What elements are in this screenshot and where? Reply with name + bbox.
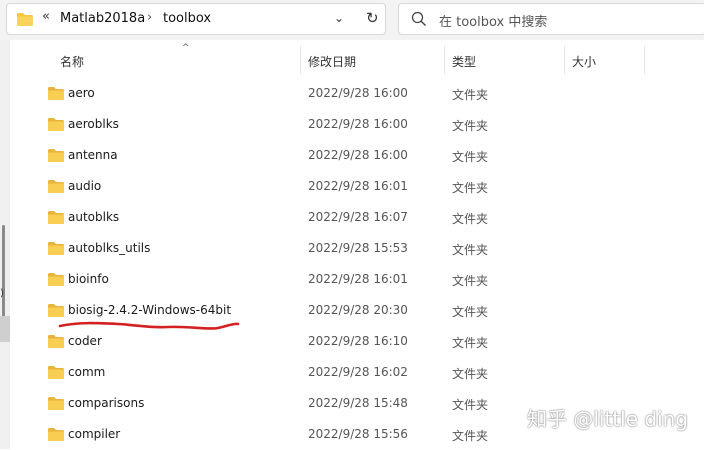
nav-selected-item[interactable]: [0, 316, 10, 342]
nav-item-partial-text: ): [0, 288, 4, 299]
folder-icon: [47, 210, 65, 229]
navigation-pane: ): [0, 40, 10, 449]
file-type: 文件夹: [452, 336, 489, 350]
folder-icon: [47, 117, 65, 136]
toolbar: « Matlab2018a › toolbox ⌄ ↻ 在 toolbox 中搜…: [0, 0, 704, 40]
file-type: 文件夹: [452, 243, 489, 257]
modified-date: 2022/9/28 15:53: [308, 241, 408, 255]
table-row[interactable]: bioinfo 2022/9/28 16:01 文件夹: [36, 264, 596, 295]
file-name[interactable]: biosig-2.4.2-Windows-64bit: [68, 303, 231, 317]
modified-date: 2022/9/28 16:01: [308, 179, 408, 193]
breadcrumb-overflow-icon[interactable]: «: [42, 9, 50, 24]
file-name[interactable]: comm: [68, 365, 105, 379]
table-row[interactable]: comm 2022/9/28 16:02 文件夹: [36, 357, 596, 388]
red-underline-annotation: [58, 321, 240, 330]
folder-icon: [16, 12, 34, 31]
file-type: 文件夹: [452, 274, 489, 288]
file-name[interactable]: autoblks_utils: [68, 241, 150, 255]
sort-ascending-icon: ^: [182, 43, 190, 53]
nav-scrollbar[interactable]: [2, 225, 5, 325]
file-name[interactable]: aero: [68, 86, 95, 100]
address-bar[interactable]: « Matlab2018a › toolbox ⌄ ↻: [6, 3, 386, 35]
modified-date: 2022/9/28 16:02: [308, 365, 408, 379]
file-name[interactable]: antenna: [68, 148, 118, 162]
column-divider[interactable]: [300, 46, 301, 74]
folder-icon: [47, 86, 65, 105]
table-row[interactable]: aeroblks 2022/9/28 16:00 文件夹: [36, 109, 596, 140]
folder-icon: [47, 334, 65, 353]
table-row[interactable]: antenna 2022/9/28 16:00 文件夹: [36, 140, 596, 171]
search-input[interactable]: 在 toolbox 中搜索: [439, 11, 547, 30]
modified-date: 2022/9/28 16:00: [308, 86, 408, 100]
table-row[interactable]: comparisons 2022/9/28 15:48 文件夹: [36, 388, 596, 419]
column-divider[interactable]: [644, 46, 645, 74]
folder-icon: [47, 148, 65, 167]
chevron-down-icon[interactable]: ⌄: [334, 11, 344, 25]
breadcrumb-matlab2018a[interactable]: Matlab2018a: [60, 11, 145, 26]
file-name[interactable]: comparisons: [68, 396, 144, 410]
file-name[interactable]: coder: [68, 334, 102, 348]
file-type: 文件夹: [452, 212, 489, 226]
file-name[interactable]: audio: [68, 179, 101, 193]
modified-date: 2022/9/28 15:56: [308, 427, 408, 441]
refresh-icon[interactable]: ↻: [366, 9, 379, 27]
file-type: 文件夹: [452, 367, 489, 381]
modified-date: 2022/9/28 16:10: [308, 334, 408, 348]
table-row[interactable]: audio 2022/9/28 16:01 文件夹: [36, 171, 596, 202]
file-type: 文件夹: [452, 305, 489, 319]
folder-icon: [47, 179, 65, 198]
search-box[interactable]: 在 toolbox 中搜索: [398, 3, 704, 35]
table-row[interactable]: autoblks 2022/9/28 16:07 文件夹: [36, 202, 596, 233]
breadcrumb-separator-icon[interactable]: ›: [147, 10, 152, 25]
table-row[interactable]: aero 2022/9/28 16:00 文件夹: [36, 78, 596, 109]
folder-icon: [47, 272, 65, 291]
table-row[interactable]: autoblks_utils 2022/9/28 15:53 文件夹: [36, 233, 596, 264]
file-type: 文件夹: [452, 181, 489, 195]
modified-date: 2022/9/28 20:30: [308, 303, 408, 317]
file-type: 文件夹: [452, 150, 489, 164]
file-type: 文件夹: [452, 119, 489, 133]
file-name[interactable]: compiler: [68, 427, 120, 441]
column-header: ^ 名称 修改日期 类型 大小: [10, 40, 704, 78]
modified-date: 2022/9/28 16:00: [308, 117, 408, 131]
breadcrumb-toolbox[interactable]: toolbox: [163, 11, 211, 26]
search-icon: [411, 11, 427, 31]
file-name[interactable]: bioinfo: [68, 272, 109, 286]
watermark: 知乎 @little ding: [527, 407, 688, 431]
column-type[interactable]: 类型: [452, 53, 476, 70]
modified-date: 2022/9/28 16:01: [308, 272, 408, 286]
folder-icon: [47, 427, 65, 446]
column-date[interactable]: 修改日期: [308, 53, 356, 70]
folder-icon: [47, 241, 65, 260]
file-type: 文件夹: [452, 429, 489, 443]
column-name[interactable]: 名称: [60, 53, 84, 70]
file-name[interactable]: aeroblks: [68, 117, 119, 131]
file-name[interactable]: autoblks: [68, 210, 119, 224]
folder-icon: [47, 365, 65, 384]
modified-date: 2022/9/28 16:00: [308, 148, 408, 162]
column-divider[interactable]: [444, 46, 445, 74]
table-row[interactable]: compiler 2022/9/28 15:56 文件夹: [36, 419, 596, 450]
column-divider[interactable]: [564, 46, 565, 74]
modified-date: 2022/9/28 16:07: [308, 210, 408, 224]
file-type: 文件夹: [452, 88, 489, 102]
column-size[interactable]: 大小: [572, 53, 596, 70]
folder-icon: [47, 396, 65, 415]
file-type: 文件夹: [452, 398, 489, 412]
modified-date: 2022/9/28 15:48: [308, 396, 408, 410]
